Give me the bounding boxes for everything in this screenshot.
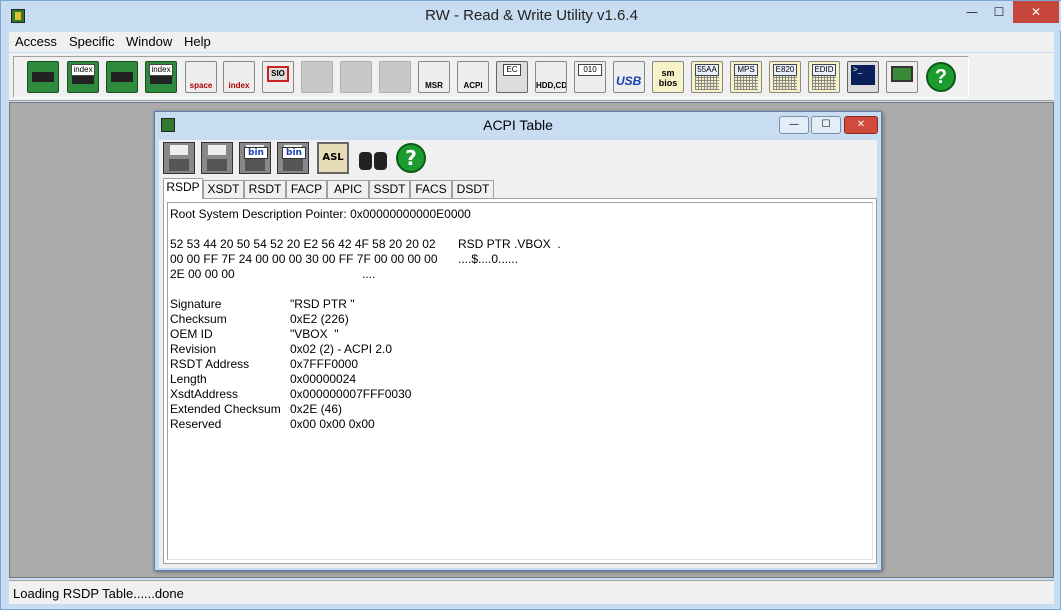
field-value: "RSD PTR " [290,297,355,311]
field-label: RSDT Address [170,357,250,371]
menu-specific[interactable]: Specific [69,34,115,49]
menu-help[interactable]: Help [184,34,211,49]
acpi-table-window: ACPI Table — ☐ ✕ bin bin ASL ? RSDP XSDT… [154,111,882,571]
hdd-cd-icon[interactable]: HDD,CD [535,61,567,93]
tab-facp[interactable]: FACP [286,180,327,198]
field-label: Revision [170,342,217,356]
acpi-minimize-button[interactable]: — [779,116,809,134]
menu-access[interactable]: Access [15,34,57,49]
ec-icon[interactable]: EC [496,61,528,93]
acpi-icon[interactable]: ACPI [457,61,489,93]
save-icon[interactable] [163,142,195,174]
tab-rsdp[interactable]: RSDP [163,178,203,199]
edid-icon[interactable]: EDID [808,61,840,93]
io-index-icon[interactable]: index [223,61,255,93]
io-space-icon[interactable]: space [185,61,217,93]
acpi-window-title: ACPI Table [483,117,553,133]
asl-icon[interactable]: ASL [317,142,349,174]
memory-index-icon[interactable]: index [145,61,177,93]
hex-row: 2E 00 00 00 [170,267,235,281]
55aa-icon[interactable]: 55AA [691,61,723,93]
field-label: OEM ID [170,327,213,341]
acpi-window-body: bin bin ASL ? RSDP XSDT RSDT FACP APIC S… [159,140,877,568]
field-value: "VBOX " [290,327,339,341]
ascii-row: ....$....0...... [458,252,519,266]
field-label: Signature [170,297,222,311]
field-label: Length [170,372,207,386]
window-title: RW - Read & Write Utility v1.6.4 [425,7,638,24]
battery-icon[interactable] [886,61,918,93]
field-label: XsdtAddress [170,387,239,401]
smbios-icon[interactable]: sm bios [652,61,684,93]
tab-ssdt[interactable]: SSDT [369,180,410,198]
field-value: 0x00 0x00 0x00 [290,417,375,431]
status-text: Loading RSDP Table......done [13,586,184,601]
disabled-icon-3[interactable] [379,61,411,93]
ascii-row: .... [362,267,376,281]
field-value: 0x2E (46) [290,402,343,416]
status-bar: Loading RSDP Table......done [9,580,1054,604]
help-icon[interactable]: ? [925,61,957,93]
field-value: 0x00000024 [290,372,357,386]
disabled-icon-2[interactable] [340,61,372,93]
hex-row: 00 00 FF 7F 24 00 00 00 30 00 FF 7F 00 0… [170,252,438,266]
usb-icon[interactable]: USB [613,61,645,93]
tab-dsdt[interactable]: DSDT [452,180,494,198]
menu-bar: Access Specific Window Help [9,32,1054,52]
field-label: Extended Checksum [170,402,281,416]
hex-row: 52 53 44 20 50 54 52 20 E2 56 42 4F 58 2… [170,237,436,251]
ascii-row: RSD PTR .VBOX . [458,237,561,251]
tab-facs[interactable]: FACS [410,180,452,198]
tab-xsdt[interactable]: XSDT [203,180,244,198]
maximize-button[interactable]: ☐ [986,1,1012,23]
disabled-icon-1[interactable] [301,61,333,93]
command-icon[interactable]: >_ [847,61,879,93]
acpi-close-button[interactable]: ✕ [844,116,878,134]
minimize-button[interactable]: — [959,1,985,23]
field-value: 0xE2 (226) [290,312,349,326]
pci-board-icon[interactable] [27,61,59,93]
spd-icon[interactable]: 010 [574,61,606,93]
field-value: 0x000000007FFF0030 [290,387,412,401]
superio-icon[interactable]: SIO [262,61,294,93]
save-bin-icon[interactable]: bin [239,142,271,174]
main-toolbar: index index space index SIO MSR ACPI EC … [9,53,1054,101]
help-icon[interactable]: ? [395,142,427,174]
e820-icon[interactable]: E820 [769,61,801,93]
field-value: 0x02 (2) - ACPI 2.0 [290,342,393,356]
field-label: Checksum [170,312,227,326]
save-all-icon[interactable] [201,142,233,174]
memory-board-icon[interactable] [106,61,138,93]
pci-index-icon[interactable]: index [67,61,99,93]
mps-icon[interactable]: MPS [730,61,762,93]
table-text-area[interactable]: Root System Description Pointer: 0x00000… [167,202,873,560]
field-label: Reserved [170,417,222,431]
close-button[interactable]: ✕ [1013,1,1059,23]
tab-rsdt[interactable]: RSDT [244,180,286,198]
tab-apic[interactable]: APIC [327,180,369,198]
msr-icon[interactable]: MSR [418,61,450,93]
find-icon[interactable] [357,142,389,174]
title-bar[interactable]: RW - Read & Write Utility v1.6.4 — ☐ ✕ [1,1,1061,31]
header-line: Root System Description Pointer: 0x00000… [170,207,471,221]
rsdp-tab-panel: Root System Description Pointer: 0x00000… [163,198,877,564]
field-value: 0x7FFF0000 [290,357,359,371]
save-all-bin-icon[interactable]: bin [277,142,309,174]
acpi-maximize-button[interactable]: ☐ [811,116,841,134]
menu-window[interactable]: Window [126,34,172,49]
